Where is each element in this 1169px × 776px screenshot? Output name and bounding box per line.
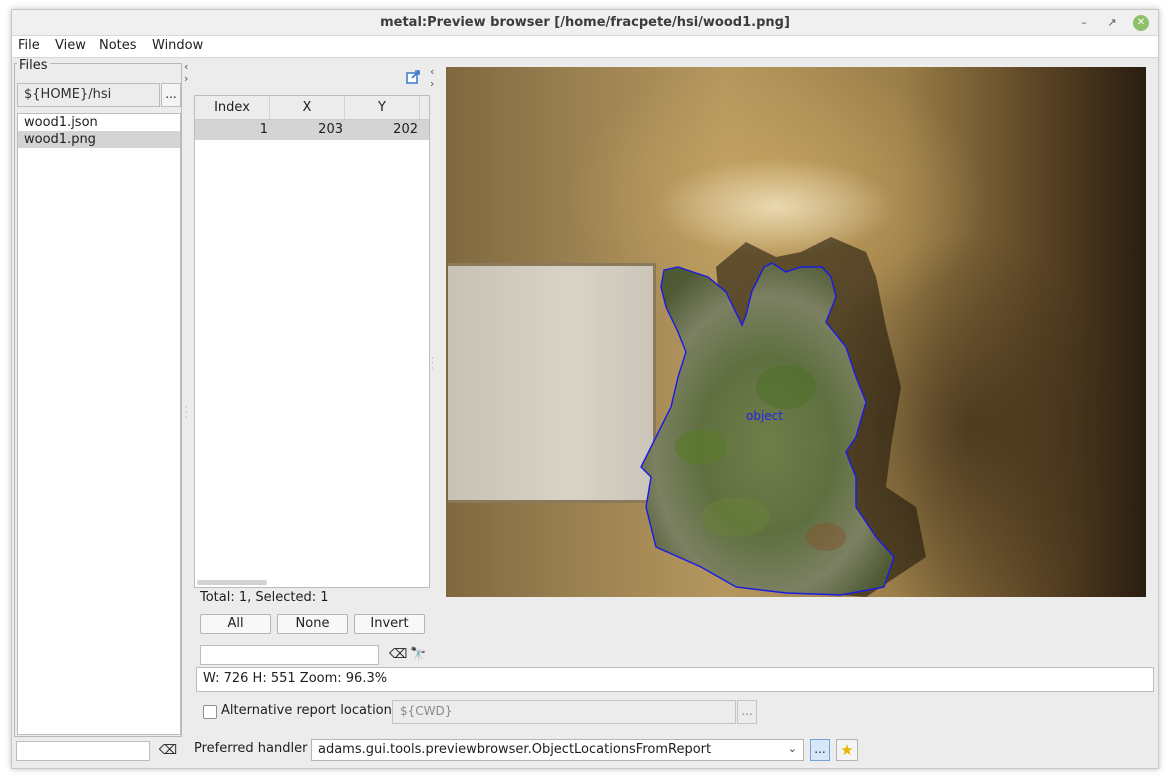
object-texture-patch-4: [806, 523, 846, 551]
preferred-handler-value: adams.gui.tools.previewbrowser.ObjectLoc…: [318, 742, 712, 757]
files-panel: ${HOME}/hsi ... wood1.json wood1.png ⌫: [14, 57, 182, 768]
horizontal-scrollbar[interactable]: [197, 580, 267, 585]
preferred-handler-label: Preferred handler: [194, 741, 308, 756]
maximize-icon[interactable]: ↗: [1104, 15, 1120, 31]
minimize-icon[interactable]: –: [1076, 15, 1092, 31]
app-window: metal:Preview browser [/home/fracpete/hs…: [11, 9, 1159, 769]
selection-status: Total: 1, Selected: 1: [200, 590, 329, 605]
invert-selection-button[interactable]: Invert: [354, 614, 425, 634]
select-none-button[interactable]: None: [277, 614, 348, 634]
file-list[interactable]: wood1.json wood1.png: [17, 113, 181, 735]
close-icon[interactable]: ✕: [1133, 15, 1149, 31]
clear-filter-icon[interactable]: ⌫: [158, 743, 178, 759]
expand-table-icon[interactable]: ›: [430, 78, 434, 90]
chevron-down-icon: ⌄: [787, 742, 797, 755]
cell-index: 1: [259, 122, 268, 137]
select-all-button[interactable]: All: [200, 614, 271, 634]
image-info-bar: W: 726 H: 551 Zoom: 96.3%: [196, 667, 1154, 692]
find-icon[interactable]: 🔭: [410, 647, 426, 662]
favorite-star-icon[interactable]: ★: [836, 739, 858, 761]
directory-browse-button[interactable]: ...: [161, 83, 181, 107]
object-texture-patch-1: [675, 429, 727, 465]
locations-table[interactable]: Index X Y 1 203 202: [194, 95, 430, 588]
menu-bar: File View Notes Window: [12, 36, 1158, 58]
table-row[interactable]: 1 203 202: [195, 120, 429, 140]
object-texture-patch-3: [702, 497, 770, 537]
splitter-handle[interactable]: · · ·: [185, 404, 188, 422]
menu-file[interactable]: File: [18, 38, 40, 53]
file-item-wood1-json[interactable]: wood1.json: [18, 114, 180, 131]
column-header-y[interactable]: Y: [345, 96, 420, 119]
file-item-wood1-png[interactable]: wood1.png: [18, 131, 180, 148]
alternative-report-browse-button: ...: [737, 700, 757, 724]
clear-search-icon[interactable]: ⌫: [389, 647, 407, 662]
object-overlay: object: [640, 237, 926, 597]
table-search-input[interactable]: [200, 645, 379, 665]
cell-y: 202: [393, 122, 418, 137]
title-bar[interactable]: metal:Preview browser [/home/fracpete/hs…: [12, 10, 1158, 36]
files-group: ${HOME}/hsi ... wood1.json wood1.png: [14, 63, 182, 737]
image-preview[interactable]: object: [446, 67, 1146, 597]
table-header: Index X Y: [195, 96, 429, 120]
preferred-handler-select[interactable]: adams.gui.tools.previewbrowser.ObjectLoc…: [311, 739, 804, 761]
files-filter-input[interactable]: [16, 741, 150, 761]
alternative-report-label: Alternative report location: [221, 703, 392, 718]
directory-field[interactable]: ${HOME}/hsi: [17, 83, 160, 107]
object-texture-patch-2: [756, 365, 816, 409]
window-title: metal:Preview browser [/home/fracpete/hs…: [380, 15, 790, 30]
alternative-report-field: ${CWD}: [392, 700, 736, 724]
files-legend: Files: [17, 58, 50, 73]
alternative-report-checkbox[interactable]: [203, 705, 217, 719]
expand-right-icon[interactable]: ›: [184, 73, 188, 85]
column-header-x[interactable]: X: [270, 96, 345, 119]
menu-notes[interactable]: Notes: [99, 38, 137, 53]
menu-view[interactable]: View: [55, 38, 86, 53]
cell-x: 203: [318, 122, 343, 137]
handler-options-button[interactable]: ...: [810, 739, 830, 761]
column-header-index[interactable]: Index: [195, 96, 270, 119]
splitter-handle-2[interactable]: · · ·: [431, 355, 434, 373]
menu-window[interactable]: Window: [152, 38, 203, 53]
open-external-icon[interactable]: [406, 70, 420, 84]
object-label: object: [746, 409, 783, 423]
